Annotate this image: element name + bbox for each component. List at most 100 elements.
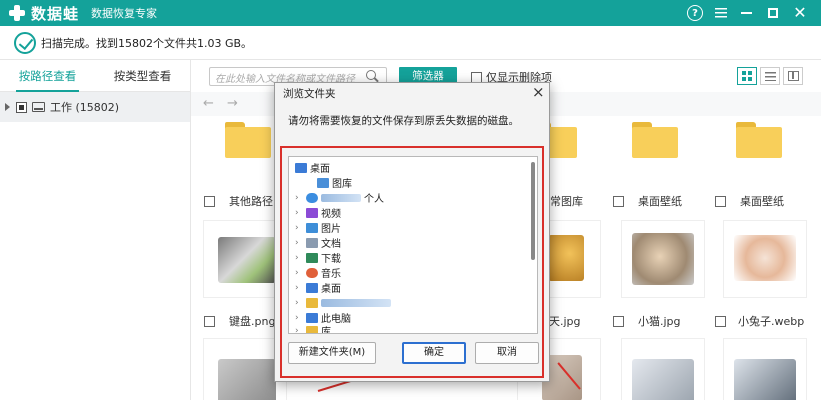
view-tabs: 按路径查看 按类型查看 [0,60,190,92]
item-checkbox[interactable] [204,195,215,207]
redacted-text [321,298,391,307]
folder-icon[interactable] [736,122,782,158]
cloud-icon [306,192,318,203]
list-item[interactable]: 桌面壁纸 [715,193,784,209]
close-icon: ✕ [793,3,807,22]
tab-by-path[interactable]: 按路径查看 [0,60,95,92]
list-item[interactable]: 桌面壁纸 [613,193,682,209]
thumbnail-frame[interactable] [621,338,705,400]
view-mode-buttons [737,67,806,85]
sidebar-tree-item-work[interactable]: 工作 (15802) [0,92,190,122]
detail-view-button[interactable] [783,67,803,85]
cancel-button[interactable]: 取消 [475,342,539,364]
laptop-thumbnail [632,359,694,400]
grid-view-button[interactable] [737,67,757,85]
chevron-right-icon[interactable]: › [295,298,303,308]
desktop-icon [306,282,318,293]
chevron-right-icon[interactable]: › [295,223,303,233]
maximize-button[interactable] [758,0,788,26]
folder-icon[interactable] [632,122,678,158]
dialog-close-icon[interactable]: × [532,83,545,101]
check-circle-icon [14,31,36,54]
item-checkbox[interactable] [613,315,624,327]
chevron-right-icon[interactable]: › [295,283,303,293]
scan-status-bar: 扫描完成。找到15802个文件共1.03 GB。 [0,26,821,60]
close-button[interactable]: ✕ [785,0,815,26]
item-label: 键盘.png [229,315,276,328]
ok-button[interactable]: 确定 [402,342,466,364]
list-item[interactable]: 键盘.png [204,313,275,329]
item-checkbox[interactable] [715,315,726,327]
item-label: 常图库 [550,195,583,208]
thumbnail-frame[interactable] [723,220,807,298]
tree-scrollbar[interactable] [531,162,535,260]
app-window: 数据蛙 数据恢复专家 ? ✕ 扫描完成。找到15802个文件共1.03 GB。 … [0,0,821,400]
help-icon: ? [687,5,703,21]
drive-icon [32,102,45,112]
list-item[interactable]: 小猫.jpg [613,313,681,329]
list-item[interactable]: 常图库 [550,193,583,209]
tree-item-gallery[interactable]: 图库 [306,175,352,190]
tree-item-label: 音乐 [321,269,341,280]
app-subtitle: 数据恢复专家 [91,7,158,20]
tree-item-checkbox[interactable] [16,101,27,113]
tree-item-documents[interactable]: › 文档 [295,235,341,250]
item-checkbox[interactable] [715,195,726,207]
new-folder-button[interactable]: 新建文件夹(M) [288,342,376,364]
item-label: 小猫.jpg [638,315,681,328]
only-deleted-checkbox[interactable] [471,71,482,83]
library-icon [306,325,318,333]
tree-item-user-folder[interactable]: › [295,295,391,310]
list-item[interactable]: 其他路径 [204,193,273,209]
chevron-right-icon[interactable]: › [295,253,303,263]
tree-item-downloads[interactable]: › 下载 [295,250,341,265]
folder-icon [306,297,318,308]
thumbnail-frame[interactable] [723,338,807,400]
kitten-thumbnail [632,233,694,285]
keyboard-thumbnail [218,237,276,283]
tree-item-library[interactable]: › 库 [295,323,331,334]
tree-item-label: 工作 (15802) [50,101,120,114]
minimize-icon [740,12,752,14]
desktop-icon [295,162,307,173]
folder-icon[interactable] [225,122,271,158]
tree-item-personal[interactable]: › 个人 [295,190,384,205]
tree-item-label: 个人 [364,194,384,205]
tree-item-music[interactable]: › 音乐 [295,265,341,280]
sidebar: 按路径查看 按类型查看 工作 (15802) [0,60,191,400]
tree-item-pictures[interactable]: › 图片 [295,220,341,235]
chevron-right-icon[interactable]: › [295,326,303,334]
item-label: 其他路径 [229,195,273,208]
back-arrow-icon[interactable]: ← [203,96,214,111]
chevron-right-icon[interactable]: › [295,238,303,248]
scan-status-text: 扫描完成。找到15802个文件共1.03 GB。 [41,36,253,50]
tree-item-label: 库 [321,327,331,334]
tree-item-desktop-sub[interactable]: › 桌面 [295,280,341,295]
chevron-right-icon[interactable]: › [295,193,303,203]
dialog-title: 浏览文件夹 [283,88,336,100]
expand-caret-icon[interactable] [5,103,10,111]
tree-item-videos[interactable]: › 视频 [295,205,341,220]
tab-by-type[interactable]: 按类型查看 [95,60,190,92]
thumbnail-frame[interactable] [621,220,705,298]
list-icon [765,72,776,81]
item-checkbox[interactable] [613,195,624,207]
rabbit-thumbnail [734,235,796,281]
list-item[interactable]: 小兔子.webp [715,313,804,329]
search-icon[interactable] [366,70,376,80]
tree-item-desktop[interactable]: 桌面 [295,160,330,175]
chevron-right-icon[interactable]: › [295,268,303,278]
list-item[interactable]: 天.jpg [549,313,581,329]
video-icon [306,207,318,218]
chevron-right-icon[interactable]: › [295,313,303,323]
maximize-icon [768,8,778,18]
tree-item-label: 桌面 [310,164,330,175]
tree-item-label: 文档 [321,239,341,250]
minimize-button[interactable] [731,0,761,26]
chevron-right-icon[interactable]: › [295,208,303,218]
tree-item-label: 桌面 [321,284,341,295]
forward-arrow-icon[interactable]: → [227,96,238,111]
item-checkbox[interactable] [204,315,215,327]
gallery-icon [317,177,329,188]
list-view-button[interactable] [760,67,780,85]
